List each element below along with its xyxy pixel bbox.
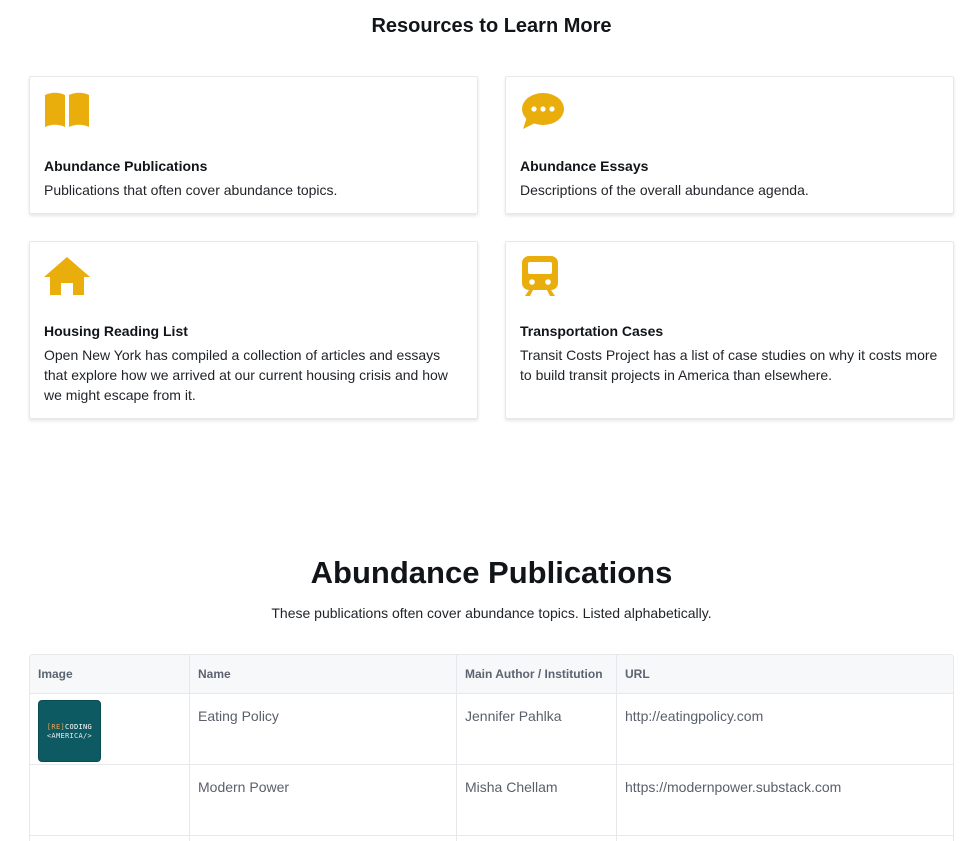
table-header: Image Name Main Author / Institution URL xyxy=(30,655,953,694)
logo-text-bracket: [RE] xyxy=(46,723,65,731)
cell-author: Misha Chellam xyxy=(465,779,558,795)
card-transportation-cases[interactable]: Transportation Cases Transit Costs Proje… xyxy=(505,241,954,419)
logo-text-coding: CODING xyxy=(64,723,93,731)
card-description: Open New York has compiled a collection … xyxy=(44,347,448,403)
publications-subtitle: These publications often cover abundance… xyxy=(271,605,712,621)
card-title: Transportation Cases xyxy=(520,323,664,339)
card-housing-reading-list[interactable]: Housing Reading List Open New York has c… xyxy=(29,241,478,419)
card-abundance-essays[interactable]: Abundance Essays Descriptions of the ove… xyxy=(505,76,954,214)
card-title: Abundance Essays xyxy=(520,158,649,174)
card-description: Descriptions of the overall abundance ag… xyxy=(520,182,809,198)
house-icon xyxy=(44,257,90,295)
cell-url[interactable]: http://eatingpolicy.com xyxy=(617,708,763,724)
card-title: Abundance Publications xyxy=(44,158,208,174)
page: Resources to Learn More Abundance Public… xyxy=(0,0,975,841)
column-header-name[interactable]: Name xyxy=(190,655,231,694)
logo-text-america: <AMERICA/> xyxy=(46,732,93,740)
table-row[interactable]: Modern Power Misha Chellam https://moder… xyxy=(30,765,953,836)
column-divider xyxy=(456,655,457,841)
column-header-author[interactable]: Main Author / Institution xyxy=(457,655,603,694)
card-description: Publications that often cover abundance … xyxy=(44,182,338,198)
card-title: Housing Reading List xyxy=(44,323,188,339)
column-header-image[interactable]: Image xyxy=(30,655,73,694)
chat-bubble-icon xyxy=(522,93,564,129)
train-icon xyxy=(522,256,558,296)
publications-heading: Abundance Publications xyxy=(310,555,673,590)
column-divider xyxy=(189,655,190,841)
cell-name: Modern Power xyxy=(198,779,290,795)
card-description: Transit Costs Project has a list of case… xyxy=(520,347,938,383)
publications-table: Image Name Main Author / Institution URL… xyxy=(29,654,954,841)
book-icon xyxy=(45,92,89,127)
cell-author: Jennifer Pahlka xyxy=(465,708,562,724)
card-abundance-publications[interactable]: Abundance Publications Publications that… xyxy=(29,76,478,214)
publication-logo-image[interactable]: [RE]CODING <AMERICA/> xyxy=(38,700,101,762)
column-header-url[interactable]: URL xyxy=(617,655,650,694)
column-divider xyxy=(616,655,617,841)
resources-heading: Resources to Learn More xyxy=(371,15,612,37)
cell-name: Eating Policy xyxy=(198,708,279,724)
table-row[interactable]: [RE]CODING <AMERICA/> Eating Policy Jenn… xyxy=(30,694,953,765)
cell-url[interactable]: https://modernpower.substack.com xyxy=(617,779,841,795)
